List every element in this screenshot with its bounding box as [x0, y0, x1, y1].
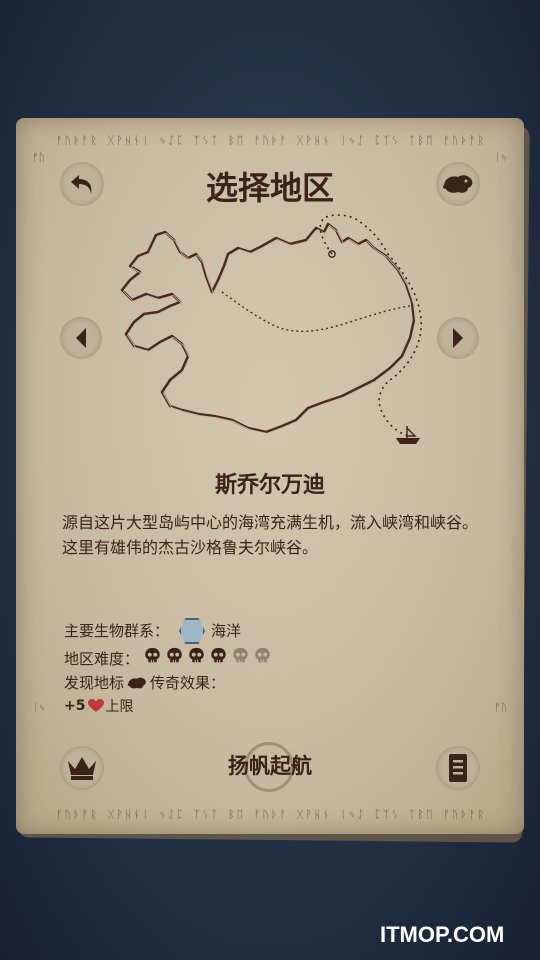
- skull-filled-icon: [189, 647, 204, 663]
- landmark-label-prefix: 发现地标: [64, 674, 125, 692]
- watermark: ITMOP.COM: [380, 922, 505, 947]
- skull-filled-icon: [211, 647, 226, 663]
- difficulty-skulls: [139, 647, 271, 671]
- scroll-menu-icon: [449, 754, 467, 782]
- difficulty-row: 地区难度：: [64, 647, 271, 671]
- bonus-text: 上限: [105, 699, 134, 715]
- back-arrow-icon: [71, 175, 92, 194]
- landmark-creature-icon: [442, 175, 473, 193]
- skull-filled-icon: [145, 647, 160, 663]
- region-description: 源自这片大型岛屿中心的海湾充满生机，流入峡湾和峡谷。这里有雄伟的杰古沙格鲁夫尔峡…: [62, 513, 479, 557]
- chevron-left-icon: [76, 328, 86, 348]
- menu-button[interactable]: [436, 746, 480, 790]
- ship-icon: [396, 426, 420, 444]
- bonus-row: +5 上限: [64, 696, 133, 716]
- back-button[interactable]: [60, 162, 104, 206]
- previous-region-button[interactable]: [60, 317, 102, 359]
- skull-empty-icon: [255, 647, 270, 663]
- landmark-creature-icon: [127, 677, 146, 689]
- biome-row: 主要生物群系： 海洋: [64, 618, 242, 644]
- bonus-value: +5: [64, 698, 86, 714]
- biome-label: 主要生物群系：: [64, 622, 170, 640]
- skull-empty-icon: [233, 647, 248, 663]
- biome-value: 海洋: [211, 622, 242, 640]
- next-region-button[interactable]: [437, 317, 479, 359]
- region-map: [120, 214, 422, 444]
- heart-icon: [88, 699, 105, 712]
- landmark-button[interactable]: [436, 162, 480, 206]
- rune-border-bottom: ᚠᚢᚦᚨᚱ ᚷᚹᚺᚾᛁ ᛃᛇᛈ ᛉᛊᛏ ᛒᛖ ᚠᚢᚦᚨ ᚷᚹᚺᚾ ᛁᛃᛇ ᛈᛉᛊ…: [55, 808, 487, 821]
- region-border: [221, 291, 411, 332]
- region-name: 斯乔尔万迪: [214, 473, 325, 498]
- landmark-row: 发现地标 传奇效果：: [64, 671, 225, 695]
- landmark-label-suffix: 传奇效果：: [150, 674, 226, 692]
- water-waves-icon: [179, 618, 206, 644]
- rune-border-top: ᚠᚢᚦᚨᚱ ᚷᚹᚺᚾᛁ ᛃᛇᛈ ᛉᛊᛏ ᛒᛖ ᚠᚢᚦᚨ ᚷᚹᚺᚾ ᛁᛃᛇ ᛈᛉᛊ…: [55, 134, 487, 147]
- skull-filled-icon: [167, 647, 182, 663]
- island-outline: [120, 222, 416, 434]
- sailing-route: [319, 214, 422, 437]
- difficulty-label: 地区难度：: [64, 650, 140, 668]
- chevron-right-icon: [453, 328, 463, 348]
